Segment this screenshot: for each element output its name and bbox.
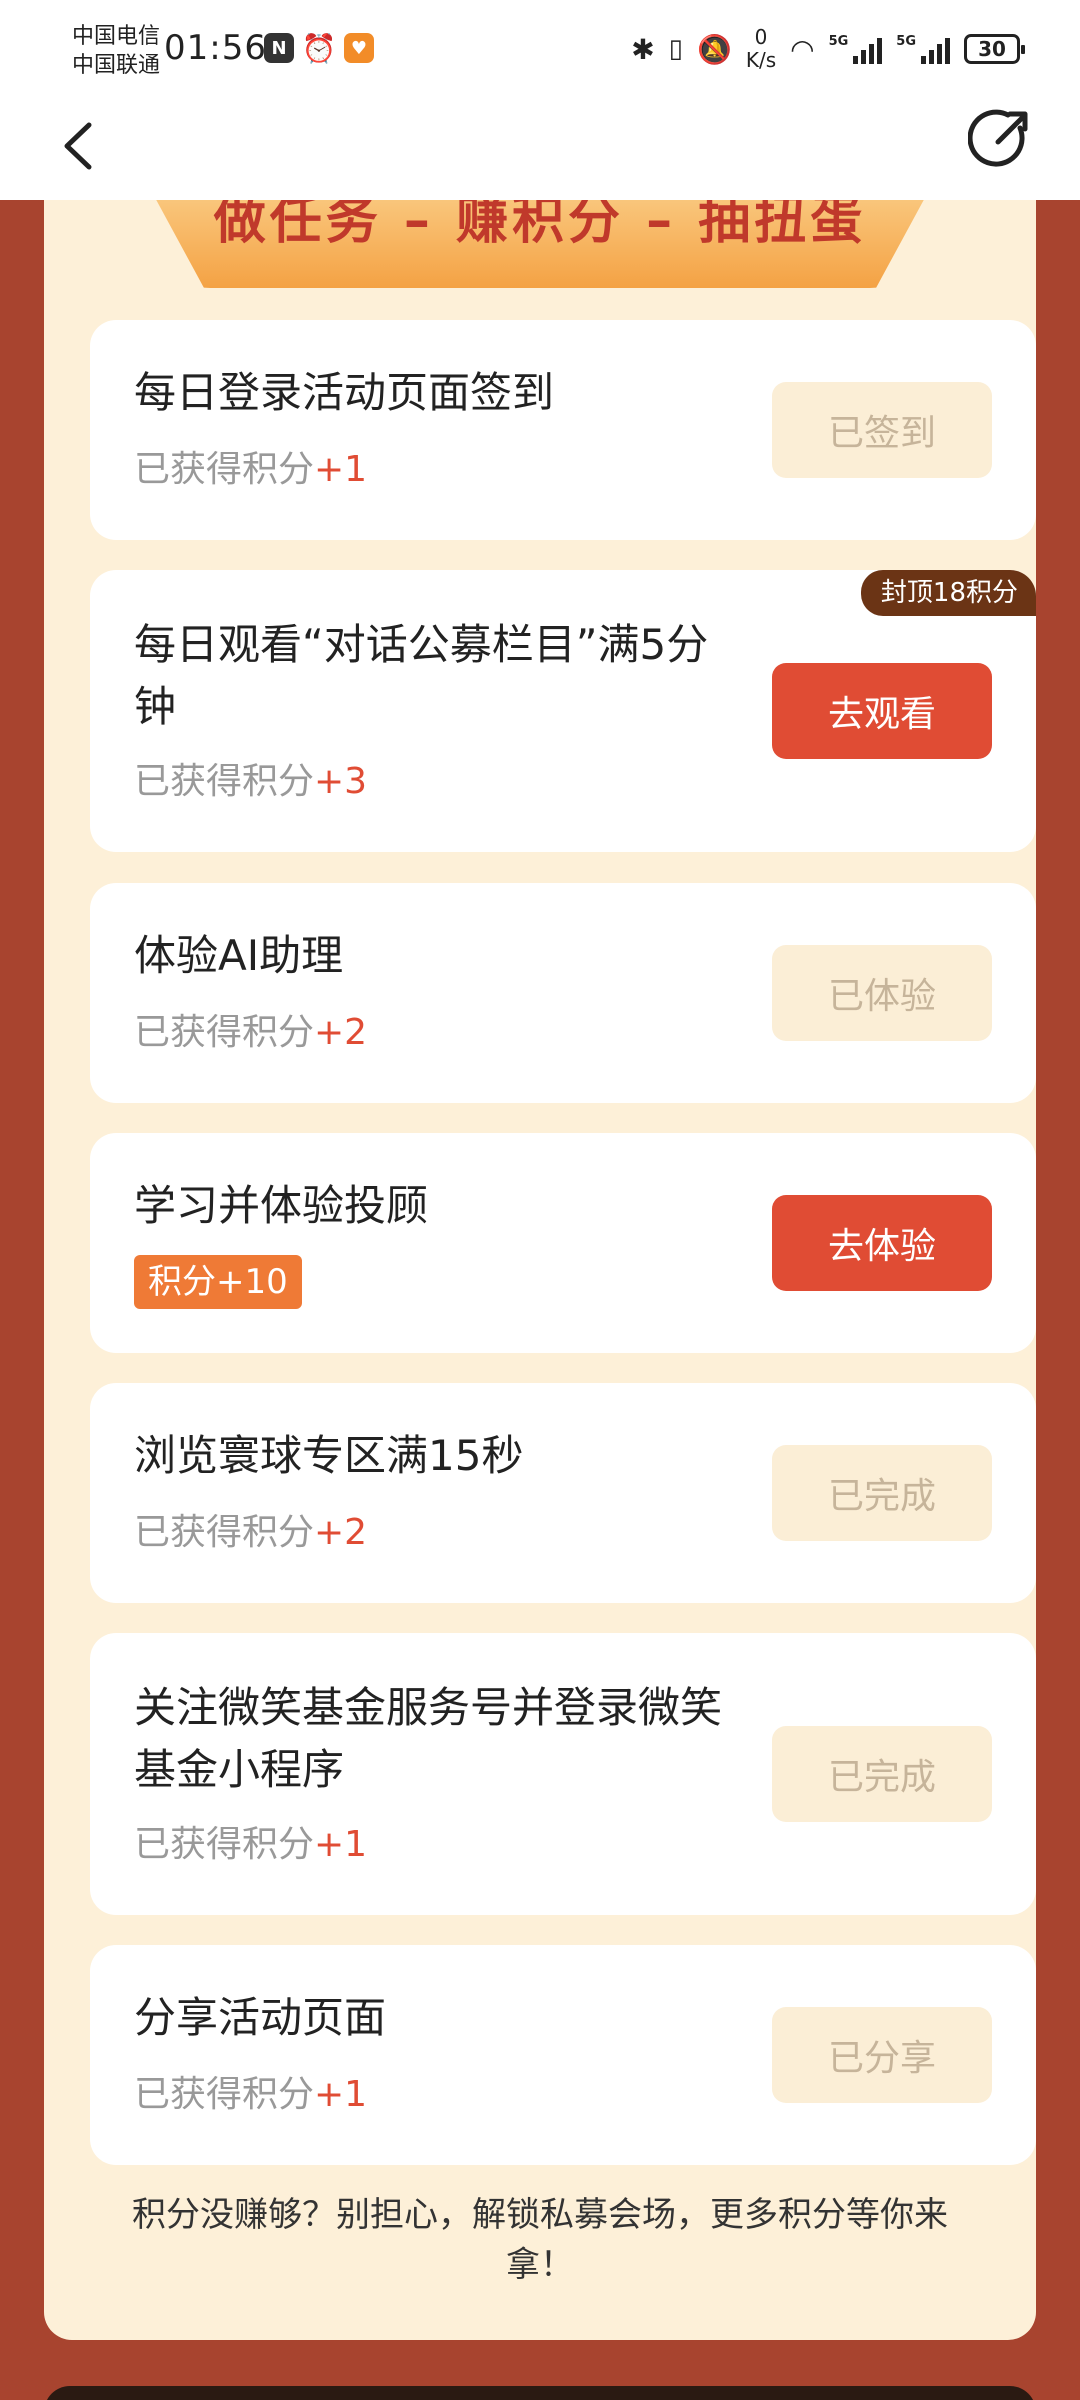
checked-in-button[interactable]: 已签到 bbox=[772, 382, 992, 478]
task-panel: 做任务 – 赚积分 – 抽扭蛋 每日登录活动页面签到 已获得积分+1 已签到 封… bbox=[44, 170, 1036, 2340]
task-card-daily-checkin: 每日登录活动页面签到 已获得积分+1 已签到 bbox=[90, 320, 1036, 540]
task-points: 已获得积分+2 bbox=[134, 1503, 367, 1555]
clock: 01:56 bbox=[164, 28, 267, 68]
task-points-value: +1 bbox=[314, 1824, 368, 1865]
chevron-left-icon[interactable] bbox=[48, 116, 108, 176]
task-points: 已获得积分+3 bbox=[134, 752, 367, 804]
share-icon[interactable] bbox=[967, 106, 1034, 172]
app-notification-icon: ♥ bbox=[344, 33, 374, 63]
signal-1-icon: 5G bbox=[829, 34, 883, 64]
shared-button[interactable]: 已分享 bbox=[772, 2007, 992, 2103]
task-points-label: 已获得积分 bbox=[134, 2074, 315, 2115]
completed-button[interactable]: 已完成 bbox=[772, 1726, 992, 1822]
notification-icons: N ⏰ ♥ bbox=[264, 31, 374, 65]
signal-2-icon: 5G bbox=[896, 34, 950, 64]
task-points-value: +3 bbox=[314, 761, 368, 802]
task-points-label: 已获得积分 bbox=[134, 1824, 315, 1865]
task-title: 学习并体验投顾 bbox=[134, 1181, 429, 1230]
task-points-label: 已获得积分 bbox=[134, 1012, 315, 1053]
next-section-edge bbox=[44, 2386, 1036, 2400]
completed-button[interactable]: 已完成 bbox=[772, 1445, 992, 1541]
task-title: 每日观看“对话公募栏目”满5分钟 bbox=[134, 620, 709, 731]
task-points: 已获得积分+1 bbox=[134, 2065, 367, 2117]
signal-1-label: 5G bbox=[828, 34, 849, 49]
task-points-value: +1 bbox=[314, 449, 368, 490]
task-points-label: 已获得积分 bbox=[134, 1512, 315, 1553]
footer-note: 积分没赚够？别担心，解锁私募会场，更多积分等你来拿！ bbox=[132, 2195, 948, 2285]
cap-tag: 封顶18积分 bbox=[860, 570, 1036, 616]
carrier-2: 中国联通 bbox=[72, 53, 161, 78]
task-points-value: +2 bbox=[314, 1012, 368, 1053]
task-title: 浏览寰球专区满15秒 bbox=[134, 1431, 524, 1480]
carrier-names: 中国电信 中国联通 bbox=[72, 22, 160, 80]
carrier-1: 中国电信 bbox=[72, 24, 161, 49]
network-speed: 0 K/s bbox=[746, 26, 776, 72]
status-bar: 中国电信 中国联通 01:56 N ⏰ ♥ ✱ ▯ 🔕 0 K/s ◠ 5G 5… bbox=[0, 0, 1080, 96]
task-card-advisory: 学习并体验投顾 积分+10 去体验 bbox=[90, 1133, 1036, 1353]
experienced-button[interactable]: 已体验 bbox=[772, 945, 992, 1041]
go-experience-button[interactable]: 去体验 bbox=[772, 1195, 992, 1291]
go-watch-button[interactable]: 去观看 bbox=[772, 663, 992, 759]
alarm-icon: ⏰ bbox=[301, 31, 337, 65]
points-badge: 积分+10 bbox=[134, 1255, 302, 1309]
vibrate-icon: ▯ bbox=[668, 34, 683, 64]
task-points: 已获得积分+2 bbox=[134, 1003, 367, 1055]
task-title: 每日登录活动页面签到 bbox=[134, 368, 555, 417]
task-points-value: +2 bbox=[314, 1512, 368, 1553]
network-speed-unit: K/s bbox=[745, 48, 777, 72]
nfc-icon: N bbox=[264, 33, 294, 63]
task-card-global-zone: 浏览寰球专区满15秒 已获得积分+2 已完成 bbox=[90, 1383, 1036, 1603]
task-title: 关注微笑基金服务号并登录微笑基金小程序 bbox=[134, 1683, 723, 1794]
task-points: 已获得积分+1 bbox=[134, 1815, 367, 1867]
system-indicators: ✱ ▯ 🔕 0 K/s ◠ 5G 5G 30 bbox=[631, 26, 1025, 72]
task-card-share-page: 分享活动页面 已获得积分+1 已分享 bbox=[90, 1945, 1036, 2165]
task-card-ai-assistant: 体验AI助理 已获得积分+2 已体验 bbox=[90, 883, 1036, 1103]
task-points-label: 已获得积分 bbox=[134, 761, 315, 802]
wifi-icon: ◠ bbox=[790, 32, 815, 66]
nav-bar bbox=[0, 96, 1080, 200]
task-points: 已获得积分+1 bbox=[134, 440, 367, 492]
battery-icon: 30 bbox=[964, 34, 1025, 64]
signal-2-label: 5G bbox=[896, 34, 916, 49]
task-card-watch-program: 封顶18积分 每日观看“对话公募栏目”满5分钟 已获得积分+3 去观看 bbox=[90, 570, 1036, 852]
task-card-follow-service: 关注微笑基金服务号并登录微笑基金小程序 已获得积分+1 已完成 bbox=[90, 1633, 1036, 1915]
bluetooth-icon: ✱ bbox=[631, 32, 655, 66]
network-speed-value: 0 bbox=[754, 25, 768, 49]
mute-icon: 🔕 bbox=[696, 32, 732, 66]
task-title: 体验AI助理 bbox=[134, 931, 344, 980]
task-points-label: 已获得积分 bbox=[134, 449, 315, 490]
task-title: 分享活动页面 bbox=[134, 1993, 387, 2042]
task-points-value: +1 bbox=[314, 2074, 368, 2115]
